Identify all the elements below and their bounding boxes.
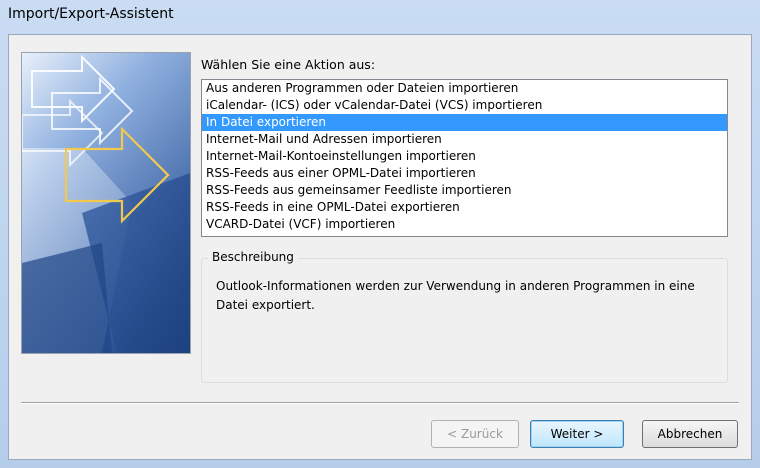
- action-item-import-rss-common[interactable]: RSS-Feeds aus gemeinsamer Feedliste impo…: [202, 182, 727, 199]
- wizard-arrows-illustration-icon: [21, 52, 191, 354]
- title-bar[interactable]: Import/Export-Assistent: [0, 0, 760, 34]
- description-groupbox: Beschreibung Outlook-Informationen werde…: [201, 250, 728, 383]
- button-separator: [21, 402, 739, 404]
- description-text: Outlook-Informationen werden zur Verwend…: [216, 279, 695, 312]
- action-listbox[interactable]: Aus anderen Programmen oder Dateien impo…: [201, 79, 728, 237]
- back-button[interactable]: < Zurück: [431, 420, 519, 448]
- action-item-import-rss-opml[interactable]: RSS-Feeds aus einer OPML-Datei importier…: [202, 165, 727, 182]
- action-item-export-rss-opml[interactable]: RSS-Feeds in eine OPML-Datei exportieren: [202, 199, 727, 216]
- action-item-import-icalendar[interactable]: iCalendar- (ICS) oder vCalendar-Datei (V…: [202, 97, 727, 114]
- wizard-window: Import/Export-Assistent Wählen Sie eine …: [0, 0, 760, 468]
- next-button[interactable]: Weiter >: [530, 420, 624, 448]
- action-item-import-internet-mail[interactable]: Internet-Mail und Adressen importieren: [202, 131, 727, 148]
- action-item-import-programs[interactable]: Aus anderen Programmen oder Dateien impo…: [202, 80, 727, 97]
- description-label: Beschreibung: [208, 250, 298, 264]
- window-title: Import/Export-Assistent: [8, 6, 174, 22]
- cancel-button[interactable]: Abbrechen: [642, 420, 738, 448]
- action-item-export-file[interactable]: In Datei exportieren: [202, 114, 727, 131]
- action-item-import-vcard[interactable]: VCARD-Datei (VCF) importieren: [202, 216, 727, 233]
- action-prompt-label: Wählen Sie eine Aktion aus:: [201, 57, 376, 72]
- action-item-import-account-settings[interactable]: Internet-Mail-Kontoeinstellungen importi…: [202, 148, 727, 165]
- dialog-client-area: Wählen Sie eine Aktion aus: Aus anderen …: [8, 34, 752, 460]
